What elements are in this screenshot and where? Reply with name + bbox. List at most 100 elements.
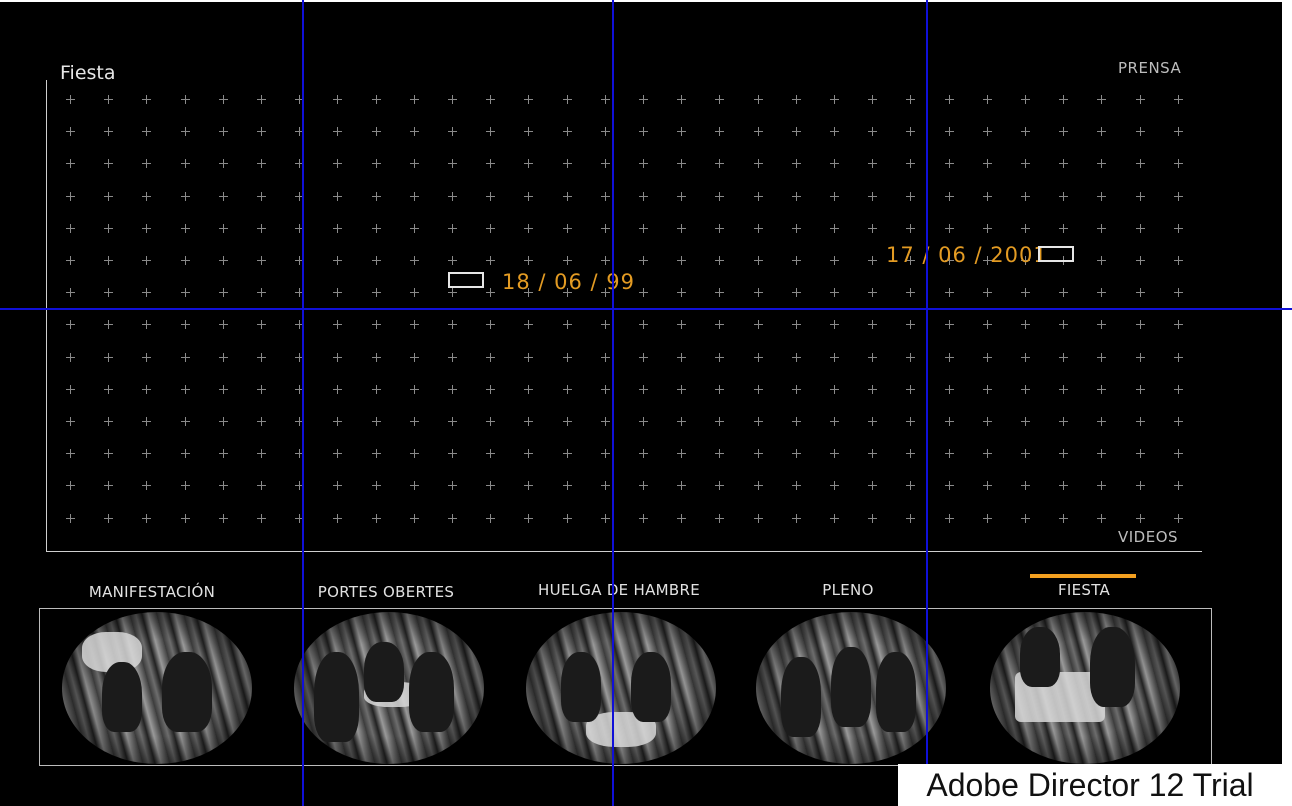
event-marker-1[interactable] bbox=[448, 272, 484, 288]
prensa-link[interactable]: PRENSA bbox=[1118, 59, 1181, 77]
grid-plus-mark bbox=[830, 192, 839, 201]
grid-plus-mark bbox=[1021, 159, 1030, 168]
grid-plus-mark bbox=[563, 353, 572, 362]
grid-plus-mark bbox=[66, 320, 75, 329]
grid-plus-mark bbox=[219, 481, 228, 490]
grid-plus-mark bbox=[1174, 127, 1183, 136]
grid-plus-mark bbox=[448, 95, 457, 104]
grid-plus-mark bbox=[486, 288, 495, 297]
grid-plus-mark bbox=[601, 385, 610, 394]
grid-plus-mark bbox=[754, 514, 763, 523]
grid-plus-mark bbox=[104, 159, 113, 168]
grid-plus-mark bbox=[1021, 320, 1030, 329]
thumbnail-manifestacion[interactable] bbox=[62, 612, 252, 764]
grid-plus-mark bbox=[906, 320, 915, 329]
grid-plus-mark bbox=[601, 353, 610, 362]
grid-plus-mark bbox=[754, 353, 763, 362]
videos-link[interactable]: VIDEOS bbox=[1118, 528, 1178, 546]
grid-plus-mark bbox=[639, 192, 648, 201]
grid-plus-mark bbox=[104, 288, 113, 297]
grid-plus-mark bbox=[983, 449, 992, 458]
event-date-1[interactable]: 18 / 06 / 99 bbox=[502, 270, 635, 294]
grid-plus-mark bbox=[715, 417, 724, 426]
grid-plus-mark bbox=[181, 256, 190, 265]
grid-plus-mark bbox=[372, 256, 381, 265]
grid-plus-mark bbox=[868, 224, 877, 233]
grid-plus-mark bbox=[945, 320, 954, 329]
grid-plus-mark bbox=[983, 159, 992, 168]
event-date-2[interactable]: 17 / 06 / 2001 bbox=[886, 243, 1048, 267]
grid-plus-mark bbox=[1059, 288, 1068, 297]
active-category-indicator bbox=[1030, 574, 1136, 578]
grid-plus-mark bbox=[1174, 159, 1183, 168]
thumbnail-fiesta[interactable] bbox=[990, 612, 1180, 764]
grid-plus-mark bbox=[448, 288, 457, 297]
grid-plus-mark bbox=[181, 288, 190, 297]
grid-plus-mark bbox=[257, 481, 266, 490]
grid-plus-mark bbox=[181, 353, 190, 362]
grid-plus-mark bbox=[563, 481, 572, 490]
grid-plus-mark bbox=[906, 224, 915, 233]
grid-plus-mark bbox=[104, 449, 113, 458]
grid-plus-mark bbox=[486, 320, 495, 329]
grid-plus-mark bbox=[868, 449, 877, 458]
grid-plus-mark bbox=[448, 385, 457, 394]
thumbnail-huelga-de-hambre[interactable] bbox=[526, 612, 716, 764]
grid-plus-mark bbox=[1136, 320, 1145, 329]
grid-plus-mark bbox=[1097, 288, 1106, 297]
event-marker-2[interactable] bbox=[1038, 246, 1074, 262]
grid-plus-mark bbox=[372, 224, 381, 233]
grid-plus-mark bbox=[1059, 385, 1068, 394]
grid-plus-mark bbox=[257, 353, 266, 362]
grid-plus-mark bbox=[677, 320, 686, 329]
grid-plus-mark bbox=[1097, 481, 1106, 490]
grid-plus-mark bbox=[754, 320, 763, 329]
thumbnail-pleno[interactable] bbox=[756, 612, 946, 764]
grid-plus-mark bbox=[257, 192, 266, 201]
grid-plus-mark bbox=[372, 95, 381, 104]
grid-plus-mark bbox=[1136, 417, 1145, 426]
thumbnail-portes-obertes[interactable] bbox=[294, 612, 484, 764]
category-manifestacion[interactable]: MANIFESTACIÓN bbox=[42, 583, 262, 601]
grid-plus-mark bbox=[792, 481, 801, 490]
grid-plus-mark bbox=[715, 449, 724, 458]
grid-plus-mark bbox=[104, 481, 113, 490]
grid-plus-mark bbox=[639, 288, 648, 297]
grid-plus-mark bbox=[219, 449, 228, 458]
grid-plus-mark bbox=[333, 385, 342, 394]
grid-plus-mark bbox=[486, 353, 495, 362]
grid-plus-mark bbox=[1059, 320, 1068, 329]
grid-plus-mark bbox=[219, 320, 228, 329]
grid-plus-mark bbox=[104, 224, 113, 233]
grid-plus-mark bbox=[677, 159, 686, 168]
grid-plus-mark bbox=[333, 95, 342, 104]
grid-plus-mark bbox=[983, 95, 992, 104]
grid-plus-mark bbox=[983, 127, 992, 136]
grid-plus-mark bbox=[754, 127, 763, 136]
grid-plus-mark bbox=[142, 95, 151, 104]
grid-plus-mark bbox=[906, 385, 915, 394]
category-pleno[interactable]: PLENO bbox=[738, 581, 958, 599]
grid-plus-mark bbox=[639, 417, 648, 426]
grid-plus-mark bbox=[1136, 192, 1145, 201]
grid-plus-mark bbox=[563, 192, 572, 201]
grid-plus-mark bbox=[333, 514, 342, 523]
grid-plus-mark bbox=[677, 288, 686, 297]
grid-plus-mark bbox=[906, 514, 915, 523]
grid-plus-mark bbox=[448, 449, 457, 458]
grid-plus-mark bbox=[563, 127, 572, 136]
grid-plus-mark bbox=[372, 417, 381, 426]
grid-plus-mark bbox=[448, 353, 457, 362]
grid-plus-mark bbox=[410, 288, 419, 297]
category-portes-obertes[interactable]: PORTES OBERTES bbox=[276, 583, 496, 601]
grid-plus-mark bbox=[104, 353, 113, 362]
grid-plus-mark bbox=[410, 481, 419, 490]
category-fiesta[interactable]: FIESTA bbox=[974, 581, 1194, 599]
grid-plus-mark bbox=[868, 159, 877, 168]
grid-plus-mark bbox=[715, 159, 724, 168]
grid-plus-mark bbox=[906, 127, 915, 136]
category-huelga-de-hambre[interactable]: HUELGA DE HAMBRE bbox=[509, 581, 729, 599]
grid-plus-mark bbox=[792, 514, 801, 523]
grid-plus-mark bbox=[219, 159, 228, 168]
grid-plus-mark bbox=[906, 353, 915, 362]
